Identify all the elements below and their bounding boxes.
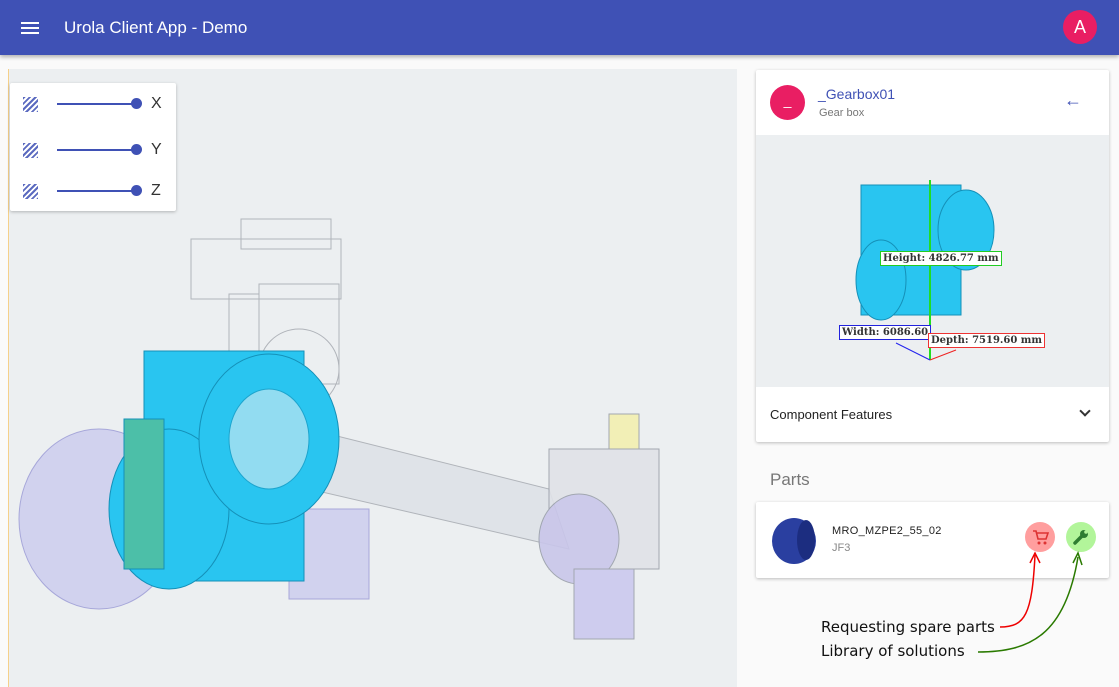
component-avatar: _ — [770, 85, 805, 120]
annotation-arrows — [977, 551, 1083, 653]
menu-icon[interactable] — [21, 21, 39, 34]
annotation-spare-parts: Requesting spare parts — [821, 618, 995, 636]
wrench-icon — [1073, 530, 1088, 545]
clip-z-slider[interactable] — [57, 185, 142, 196]
clip-row-y: Y — [10, 130, 176, 170]
chevron-down-icon[interactable] — [1079, 405, 1091, 417]
part-thumbnail — [772, 518, 816, 564]
axis-label: X — [151, 95, 162, 112]
component-name: _Gearbox01 — [818, 86, 896, 102]
clip-row-x: X — [10, 84, 176, 124]
height-label: Height: 4826.77 mm — [880, 251, 1002, 266]
features-label: Component Features — [770, 407, 893, 422]
annotation-library: Library of solutions — [821, 642, 965, 660]
axis-label: Z — [151, 182, 161, 199]
clip-plane-icon[interactable] — [23, 142, 38, 158]
app-bar: Urola Client App - Demo A — [0, 0, 1119, 55]
clip-plane-icon[interactable] — [23, 96, 38, 112]
part-name: MRO_MZPE2_55_02 — [832, 525, 942, 537]
app-title: Urola Client App - Demo — [64, 17, 248, 37]
user-avatar[interactable]: A — [1063, 10, 1097, 44]
clip-x-slider[interactable] — [57, 98, 142, 109]
component-type: Gear box — [819, 107, 865, 119]
clipping-panel: X Y Z — [10, 83, 176, 211]
cart-icon — [1033, 530, 1049, 545]
component-features-expander[interactable]: Component Features — [756, 387, 1109, 442]
component-card: _ _Gearbox01 Gear box ← Height: 4826.77 … — [756, 70, 1109, 442]
width-label: Width: 6086.60 mm — [839, 325, 931, 340]
depth-label: Depth: 7519.60 mm — [928, 333, 1045, 348]
back-arrow-icon[interactable]: ← — [1064, 90, 1082, 111]
clip-row-z: Z — [10, 171, 176, 211]
parts-heading: Parts — [770, 470, 810, 489]
clip-y-slider[interactable] — [57, 144, 142, 155]
component-preview[interactable]: Height: 4826.77 mm Width: 6086.60 mm Dep… — [756, 135, 1109, 387]
part-code: JF3 — [832, 542, 851, 554]
clip-plane-icon[interactable] — [23, 183, 38, 199]
axis-label: Y — [151, 141, 162, 158]
